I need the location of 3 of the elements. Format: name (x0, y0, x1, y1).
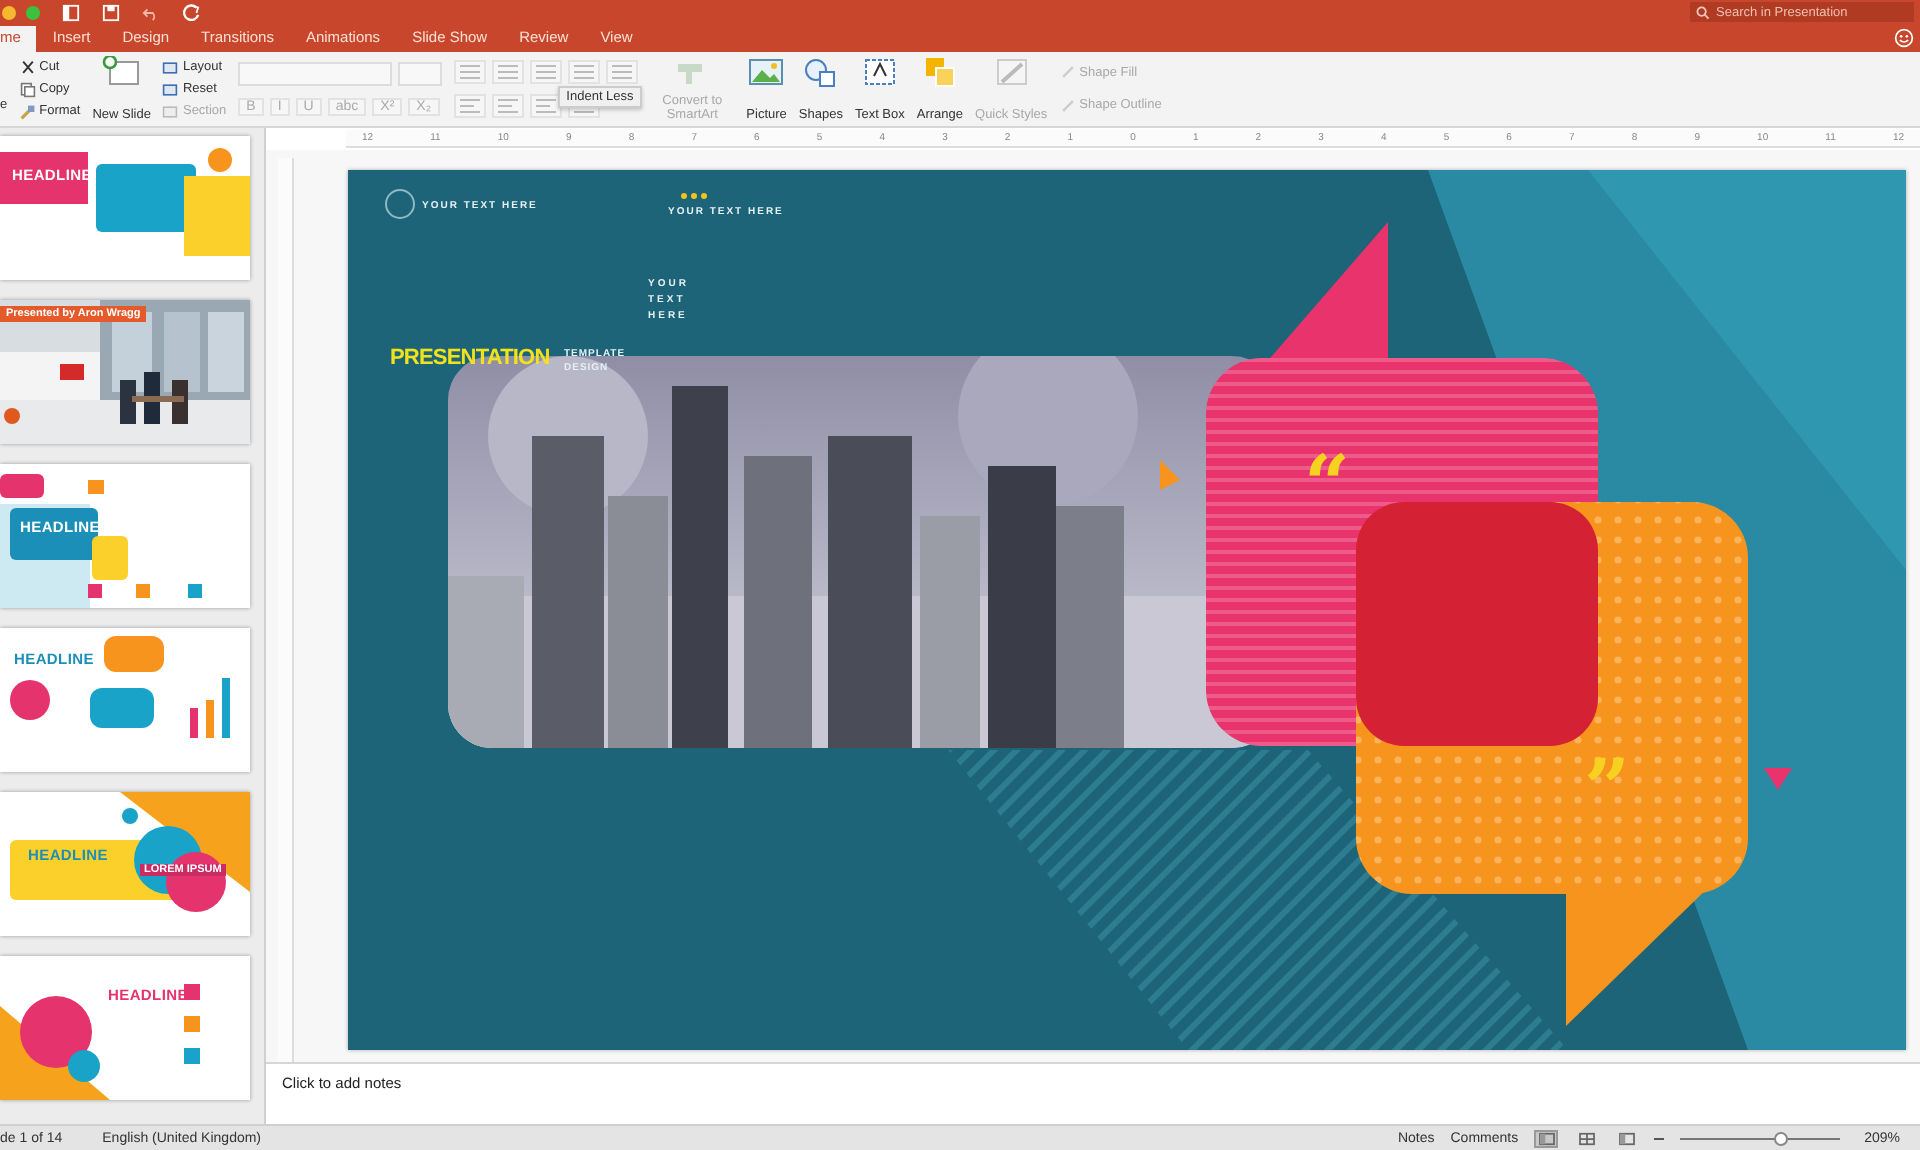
slide-title: PRESENTATION (390, 346, 550, 370)
quote-mark: ” (1584, 750, 1631, 830)
quote-mark: “ (1304, 446, 1351, 526)
